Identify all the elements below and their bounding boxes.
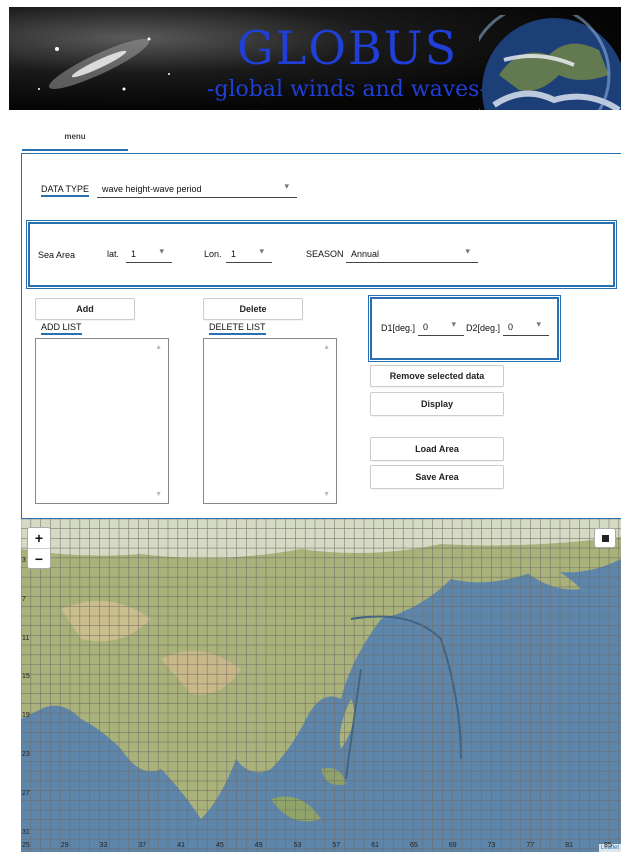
map-view[interactable]: Leaflet — [21, 519, 621, 852]
lon-tick-label: 45 — [216, 842, 224, 849]
lon-tick-label: 69 — [448, 842, 457, 849]
add-button[interactable]: Add — [35, 298, 135, 320]
add-list-box[interactable]: ▲ ▼ — [35, 338, 169, 504]
lon-tick-label: 81 — [565, 842, 573, 849]
lat-tick-label: 3 — [22, 557, 26, 564]
chevron-down-icon: ▾ — [284, 181, 289, 191]
map-tiles — [21, 519, 621, 852]
square-icon — [602, 535, 609, 542]
earth-globe-image — [479, 15, 621, 110]
lat-tick-label: 11 — [22, 634, 30, 642]
lon-tick-label: 49 — [254, 842, 263, 849]
zoom-out-button[interactable]: − — [28, 549, 50, 569]
lon-tick-label: 25 — [22, 842, 30, 849]
scroll-down-arrow-icon[interactable]: ▼ — [155, 491, 162, 498]
scroll-up-arrow-icon[interactable]: ▲ — [155, 344, 162, 351]
lon-tick-label: 37 — [138, 842, 147, 849]
chevron-down-icon: ▾ — [536, 319, 541, 329]
chevron-down-icon: ▾ — [159, 246, 164, 256]
lon-tick-label: 29 — [60, 842, 69, 849]
lat-tick-label: 31 — [22, 828, 30, 836]
lon-tick-label: 85 — [604, 842, 612, 849]
tab-active-indicator — [22, 149, 128, 151]
season-label: SEASON — [306, 249, 344, 259]
lon-label: Lon. — [204, 249, 222, 259]
layer-toggle-button[interactable] — [594, 528, 616, 548]
season-value: Annual — [351, 249, 380, 259]
lon-tick-label: 41 — [177, 842, 185, 849]
delete-button[interactable]: Delete — [203, 298, 303, 320]
tab-menu[interactable]: menu — [22, 122, 128, 152]
d1-select[interactable]: 0 ▾ — [418, 319, 464, 336]
d2-select[interactable]: 0 ▾ — [503, 319, 549, 336]
load-area-button[interactable]: Load Area — [370, 437, 504, 461]
add-list-label: ADD LIST — [41, 322, 82, 335]
lon-tick-label: 77 — [526, 842, 535, 849]
lon-tick-label: 73 — [487, 842, 496, 849]
nebula-graphic — [38, 37, 170, 91]
lat-value: 1 — [131, 249, 137, 259]
d1-label: D1[deg.] — [381, 323, 416, 333]
delete-list-box[interactable]: ▲ ▼ — [203, 338, 337, 504]
d2-label: D2[deg.] — [466, 323, 501, 333]
lat-select[interactable]: 1 ▾ — [126, 246, 172, 263]
scroll-down-arrow-icon[interactable]: ▼ — [323, 491, 330, 498]
lon-tick-label: 65 — [410, 842, 418, 849]
scroll-up-arrow-icon[interactable]: ▲ — [323, 344, 330, 351]
lat-label: lat. — [107, 249, 120, 259]
lat-tick-label: 19 — [22, 712, 30, 720]
chevron-down-icon: ▾ — [451, 319, 456, 329]
save-area-button[interactable]: Save Area — [370, 465, 504, 489]
season-select[interactable]: Annual ▾ — [346, 246, 478, 263]
d1-value: 0 — [423, 322, 429, 332]
zoom-control: + − — [27, 527, 51, 569]
lon-tick-label: 57 — [332, 842, 341, 849]
chevron-down-icon: ▾ — [259, 246, 264, 256]
data-type-select[interactable]: wave height-wave period ▾ — [97, 181, 297, 198]
d2-value: 0 — [508, 322, 514, 332]
remove-selected-data-button[interactable]: Remove selected data — [370, 365, 504, 387]
app-subtitle: -global winds and waves- — [207, 77, 487, 102]
lon-tick-label: 53 — [293, 842, 302, 849]
lon-tick-label: 61 — [371, 842, 379, 849]
app-title: GLOBUS — [237, 21, 459, 75]
delete-list-label: DELETE LIST — [209, 322, 266, 335]
lon-value: 1 — [231, 249, 237, 259]
zoom-in-button[interactable]: + — [28, 528, 50, 548]
lon-select[interactable]: 1 ▾ — [226, 246, 272, 263]
chevron-down-icon: ▾ — [465, 246, 470, 256]
data-type-value: wave height-wave period — [102, 184, 202, 194]
lat-tick-label: 23 — [22, 751, 30, 758]
lon-tick-label: 33 — [99, 842, 108, 849]
lat-tick-label: 15 — [22, 673, 30, 681]
lat-tick-label: 7 — [22, 595, 26, 603]
display-button[interactable]: Display — [370, 392, 504, 416]
data-type-label: DATA TYPE — [41, 184, 90, 197]
sea-area-label: Sea Area — [38, 250, 76, 260]
lat-tick-label: 27 — [22, 789, 30, 797]
header-banner: GLOBUS -global winds and waves- — [9, 7, 621, 110]
